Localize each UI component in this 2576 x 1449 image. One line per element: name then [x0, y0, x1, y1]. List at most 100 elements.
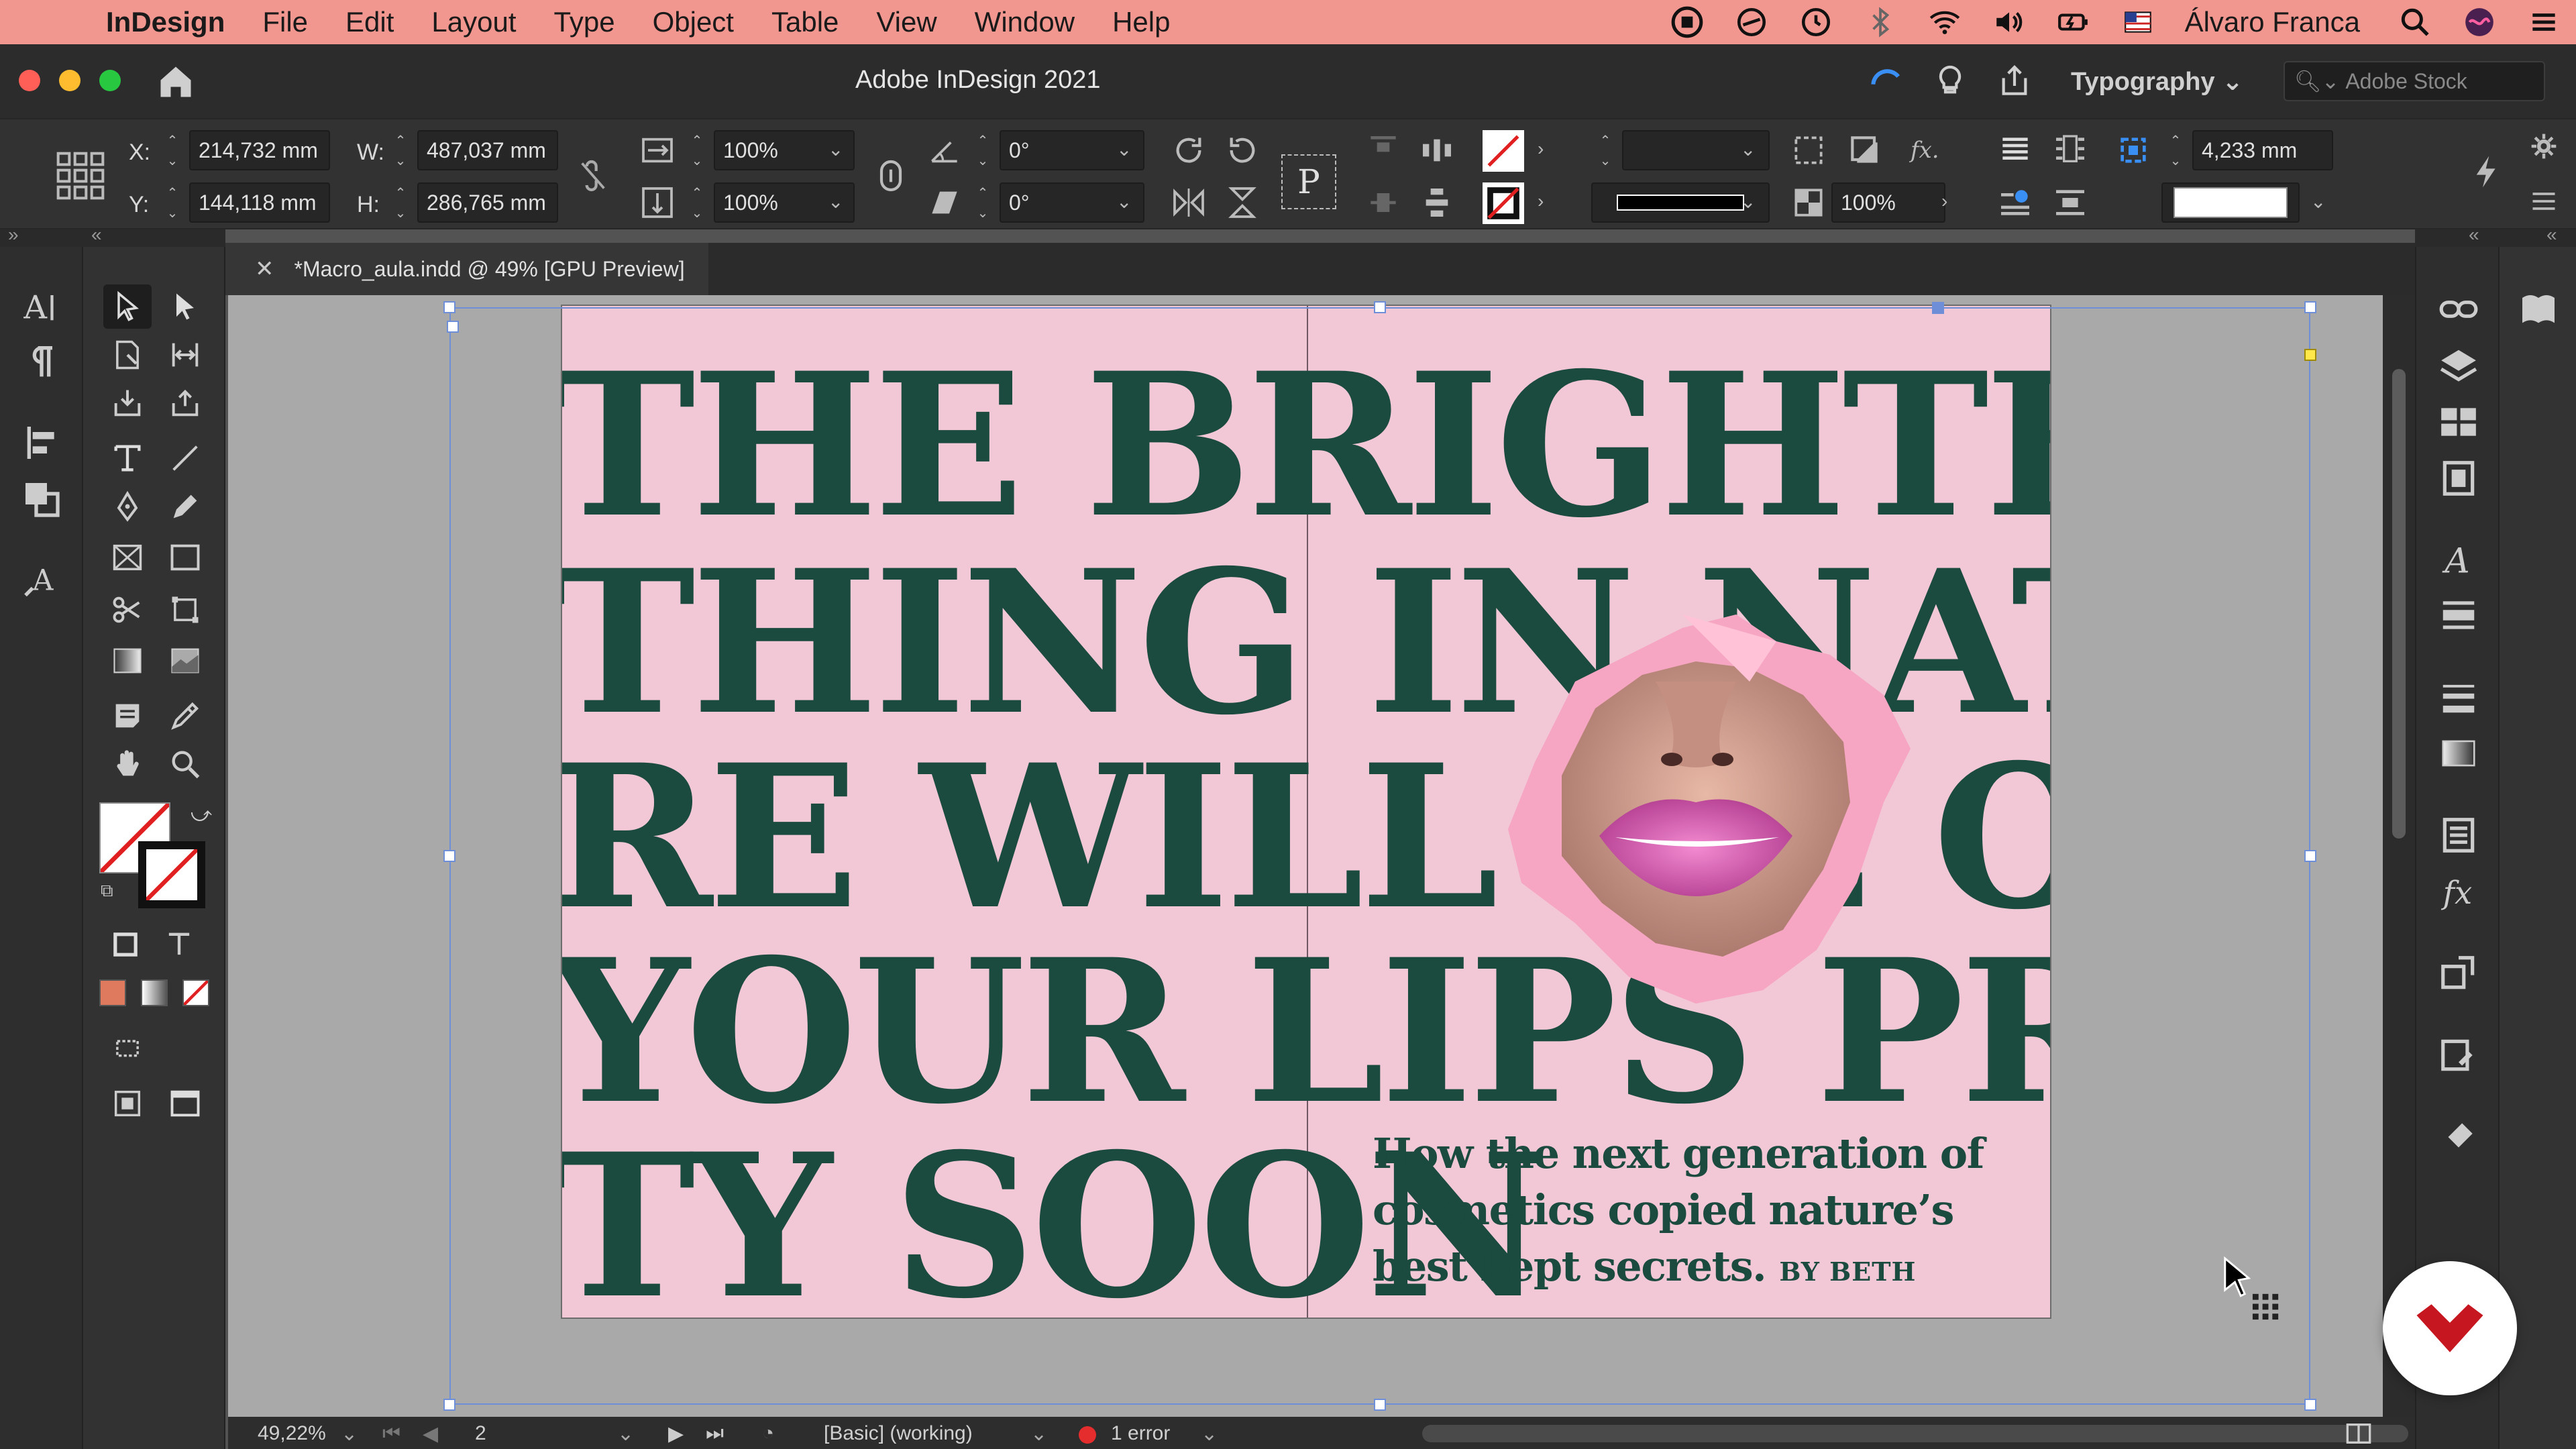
- adobe-stock-search[interactable]: 🔍︎⌄ Adobe Stock: [2284, 61, 2545, 101]
- handle-inner-top-left[interactable]: [447, 321, 459, 333]
- window-minimize-button[interactable]: [59, 70, 80, 91]
- screen-mode[interactable]: [161, 1081, 209, 1126]
- collapse-panels-icon[interactable]: «: [2469, 224, 2479, 246]
- handle-inner-top-right[interactable]: [1932, 302, 1944, 314]
- scale-y-dropdown[interactable]: ⌄: [828, 191, 843, 213]
- width-field[interactable]: 487,037 mm: [417, 130, 558, 170]
- menu-edit[interactable]: Edit: [345, 6, 394, 38]
- text-wrap-jump-icon[interactable]: [2051, 184, 2089, 221]
- effects-panel-icon[interactable]: fx: [2438, 871, 2479, 912]
- battery-icon[interactable]: [2041, 0, 2106, 44]
- previous-page-button[interactable]: ◀: [423, 1422, 438, 1446]
- close-tab-icon[interactable]: ✕: [255, 256, 274, 282]
- workspace-switcher[interactable]: Typography ⌄: [2071, 66, 2243, 97]
- frame-style-dropdown[interactable]: ⌄: [2310, 191, 2326, 213]
- direct-selection-tool[interactable]: [161, 284, 209, 329]
- gradient-panel-icon[interactable]: [2438, 733, 2479, 774]
- constrain-proportions-icon[interactable]: [574, 157, 612, 195]
- horizontal-scroll-thumb[interactable]: [1422, 1425, 2408, 1442]
- default-fill-stroke-icon[interactable]: ⧉: [101, 880, 113, 902]
- pathfinder-panel-icon[interactable]: [20, 478, 63, 521]
- zoom-dropdown[interactable]: ⌄: [341, 1422, 358, 1446]
- document-tab[interactable]: ✕ *Macro_aula.indd @ 49% [GPU Preview]: [225, 243, 708, 295]
- formatting-affects-text[interactable]: [157, 924, 201, 965]
- distribute-vertical-icon[interactable]: [1418, 184, 1456, 221]
- preview-mode[interactable]: [103, 1081, 152, 1126]
- content-collector-tool[interactable]: [103, 381, 152, 425]
- rotate-clockwise-icon[interactable]: [1170, 131, 1208, 169]
- window-zoom-button[interactable]: [99, 70, 121, 91]
- gap-field[interactable]: 4,233 mm: [2192, 130, 2333, 170]
- layers-panel-icon[interactable]: [2438, 345, 2479, 386]
- object-styles-panel-icon[interactable]: [2438, 953, 2479, 994]
- paragraph-styles-panel-icon[interactable]: [2438, 594, 2479, 636]
- line-tool[interactable]: [161, 436, 209, 480]
- free-transform-tool[interactable]: [161, 588, 209, 632]
- gap-stepper[interactable]: ⌃ ⌄: [2164, 130, 2187, 170]
- learn-panel-icon[interactable]: [2517, 287, 2560, 330]
- properties-panel-icon[interactable]: [2438, 1116, 2479, 1158]
- vertical-scroll-thumb[interactable]: [2392, 369, 2406, 839]
- gradient-feather-tool[interactable]: [161, 639, 209, 683]
- rotate-counterclockwise-icon[interactable]: [1224, 131, 1261, 169]
- handle-bottom-left[interactable]: [443, 1399, 455, 1411]
- paragraph-panel-icon[interactable]: [20, 341, 63, 384]
- expand-panels-icon[interactable]: »: [8, 224, 19, 246]
- record-stop-icon[interactable]: [1655, 0, 1719, 44]
- content-placer-tool[interactable]: [161, 381, 209, 425]
- menubar-user-name[interactable]: Álvaro Franca: [2185, 6, 2360, 38]
- y-stepper[interactable]: ⌃ ⌄: [161, 182, 184, 223]
- page-tool[interactable]: [103, 333, 152, 377]
- wifi-icon[interactable]: [1913, 0, 1977, 44]
- table-styles-panel-icon[interactable]: [2438, 1034, 2479, 1076]
- menu-table[interactable]: Table: [771, 6, 839, 38]
- zoom-level[interactable]: 49,22%: [258, 1422, 326, 1445]
- opacity-menu[interactable]: ›: [1941, 191, 1947, 212]
- x-stepper[interactable]: ⌃ ⌄: [161, 130, 184, 170]
- corner-options-icon[interactable]: [1790, 131, 1827, 169]
- apply-color-button[interactable]: [99, 979, 126, 1006]
- fill-none-swatch[interactable]: [1483, 130, 1524, 172]
- collapse-tools-icon[interactable]: «: [91, 224, 102, 246]
- handle-bottom-center[interactable]: [1374, 1399, 1386, 1411]
- stroke-swatch-menu[interactable]: ›: [1538, 191, 1544, 212]
- scale-y-stepper[interactable]: ⌃ ⌄: [686, 182, 708, 223]
- stroke-type-dropdown[interactable]: ⌄: [1740, 191, 1756, 213]
- w-stepper[interactable]: ⌃ ⌄: [389, 130, 412, 170]
- align-middle-icon[interactable]: [1364, 184, 1402, 221]
- rectangle-tool[interactable]: [161, 535, 209, 580]
- scale-x-dropdown[interactable]: ⌄: [828, 138, 843, 160]
- rotation-stepper[interactable]: ⌃ ⌄: [971, 130, 994, 170]
- window-close-button[interactable]: [19, 70, 40, 91]
- next-page-button[interactable]: ▶: [668, 1422, 684, 1446]
- scissors-tool[interactable]: [103, 588, 152, 632]
- shear-stepper[interactable]: ⌃ ⌄: [971, 182, 994, 223]
- rotation-dropdown[interactable]: ⌄: [1116, 138, 1132, 160]
- input-source-flag-icon[interactable]: [2106, 0, 2170, 44]
- page-number-field[interactable]: 2: [475, 1422, 486, 1445]
- apply-gradient-button[interactable]: [141, 979, 168, 1006]
- menu-object[interactable]: Object: [653, 6, 734, 38]
- auto-fit-icon[interactable]: [2114, 131, 2152, 169]
- zoom-tool[interactable]: [161, 742, 209, 786]
- menu-window[interactable]: Window: [975, 6, 1075, 38]
- lightbulb-icon[interactable]: [1918, 51, 1982, 111]
- fx-effects-icon[interactable]: fx.: [1911, 137, 1939, 164]
- apply-none-button[interactable]: [182, 979, 209, 1006]
- errors-dropdown[interactable]: ⌄: [1201, 1422, 1218, 1446]
- spotlight-search-icon[interactable]: [2383, 0, 2447, 44]
- control-settings-gear-icon[interactable]: [2529, 131, 2559, 161]
- links-panel-icon[interactable]: [2438, 288, 2479, 330]
- page-dropdown[interactable]: ⌄: [617, 1422, 634, 1446]
- stroke-weight-stepper[interactable]: ⌃ ⌄: [1594, 130, 1617, 170]
- preflight-profile[interactable]: [Basic] (working): [824, 1422, 973, 1445]
- opacity-field[interactable]: 100%: [1831, 182, 1945, 223]
- preflight-profile-dropdown[interactable]: ⌄: [1030, 1422, 1047, 1446]
- shear-dropdown[interactable]: ⌄: [1116, 191, 1132, 213]
- reference-point-icon[interactable]: [54, 149, 107, 203]
- first-page-button[interactable]: ⏮: [382, 1422, 400, 1445]
- type-tool[interactable]: [103, 436, 152, 480]
- menu-type[interactable]: Type: [554, 6, 615, 38]
- h-stepper[interactable]: ⌃ ⌄: [389, 182, 412, 223]
- flip-horizontal-icon[interactable]: [1170, 184, 1208, 221]
